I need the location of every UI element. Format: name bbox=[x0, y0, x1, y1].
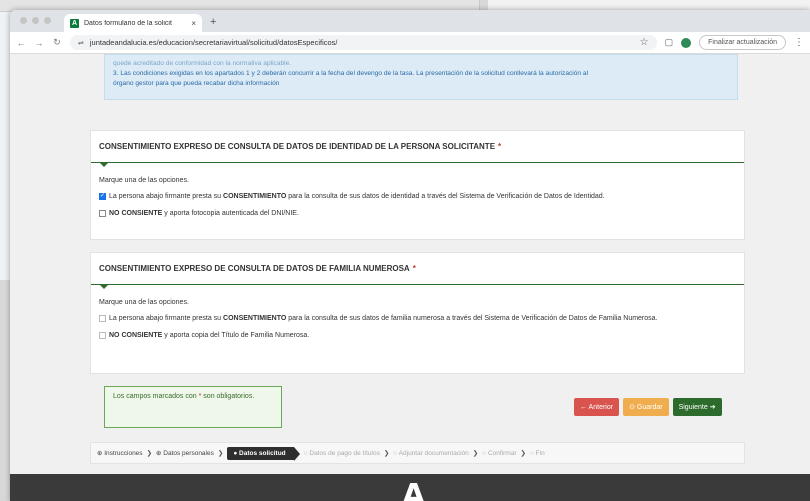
step-payment: ○ Datos de pago de títulos bbox=[303, 449, 380, 457]
family-panel-header: CONSENTIMIENTO EXPRESO DE CONSULTA DE DA… bbox=[91, 253, 744, 289]
identity-deny-checkbox[interactable] bbox=[99, 210, 106, 217]
tab-close-icon[interactable]: × bbox=[191, 19, 196, 28]
browser-tab[interactable]: A Datos formulario de la solicit × bbox=[64, 14, 202, 32]
info-line-cut: quede acreditado de conformidad con la n… bbox=[113, 60, 292, 67]
progress-steps: ⊕ Instrucciones ❯ ⊕ Datos personales ❯ ●… bbox=[90, 442, 745, 464]
required-mark: * bbox=[498, 142, 502, 151]
family-hint: Marque una de las opciones. bbox=[99, 299, 189, 306]
site-favicon-icon: A bbox=[70, 18, 79, 28]
junta-logo: A bbox=[402, 478, 426, 501]
next-button[interactable]: Siguiente ➔ bbox=[672, 398, 722, 416]
page-content: quede acreditado de conformidad con la n… bbox=[10, 54, 810, 501]
family-consent-label: La persona abajo firmante presta su CONS… bbox=[109, 315, 658, 322]
family-consent-option[interactable]: La persona abajo firmante presta su CONS… bbox=[99, 314, 736, 323]
identity-consent-checkbox[interactable]: ✓ bbox=[99, 193, 106, 200]
step-separator-icon: ❯ bbox=[217, 450, 224, 457]
identity-consent-label: La persona abajo firmante presta su CONS… bbox=[109, 193, 605, 200]
identity-consent-panel: CONSENTIMIENTO EXPRESO DE CONSULTA DE DA… bbox=[90, 130, 745, 240]
family-consent-panel: CONSENTIMIENTO EXPRESO DE CONSULTA DE DA… bbox=[90, 252, 745, 374]
site-footer: A bbox=[10, 474, 810, 501]
tab-title: Datos formulario de la solicit bbox=[84, 19, 172, 27]
identity-consent-option[interactable]: ✓ La persona abajo firmante presta su CO… bbox=[99, 192, 736, 201]
back-icon[interactable]: ← bbox=[16, 38, 26, 48]
required-fields-note: Los campos marcados con * son obligatori… bbox=[104, 386, 282, 428]
url-text[interactable]: juntadeandalucia.es/educacion/secretaria… bbox=[90, 38, 634, 47]
family-panel-title: CONSENTIMIENTO EXPRESO DE CONSULTA DE DA… bbox=[99, 264, 410, 273]
step-request-data: ● Datos solicitud bbox=[227, 446, 301, 461]
window-controls bbox=[20, 17, 51, 24]
new-tab-button[interactable]: + bbox=[210, 16, 216, 28]
info-box: quede acreditado de conformidad con la n… bbox=[104, 54, 738, 100]
step-attach: ○ Adjuntar documentación bbox=[393, 449, 469, 457]
browser-toolbar: ← → ↻ ⇌ juntadeandalucia.es/educacion/se… bbox=[10, 32, 810, 54]
step-separator-icon: ❯ bbox=[472, 450, 479, 457]
identity-hint: Marque una de las opciones. bbox=[99, 177, 189, 184]
identity-panel-header: CONSENTIMIENTO EXPRESO DE CONSULTA DE DA… bbox=[91, 131, 744, 167]
address-bar[interactable]: ⇌ juntadeandalucia.es/educacion/secretar… bbox=[70, 35, 657, 50]
step-separator-icon: ❯ bbox=[520, 450, 526, 457]
reload-icon[interactable]: ↻ bbox=[52, 37, 62, 48]
site-settings-icon[interactable]: ⇌ bbox=[78, 39, 84, 47]
info-line-3: 3. Las condiciones exigidas en los apart… bbox=[113, 70, 589, 77]
step-separator-icon: ❯ bbox=[383, 450, 390, 457]
step-instructions[interactable]: ⊕ Instrucciones bbox=[97, 449, 143, 457]
family-consent-checkbox[interactable] bbox=[99, 315, 106, 322]
close-window-button[interactable] bbox=[20, 17, 27, 24]
family-deny-option[interactable]: NO CONSIENTE y aporta copia del Título d… bbox=[99, 331, 736, 340]
required-mark: * bbox=[412, 264, 416, 273]
browser-window: A Datos formulario de la solicit × + ← →… bbox=[10, 10, 810, 501]
save-button[interactable]: ⊙ Guardar bbox=[623, 398, 669, 416]
zoom-window-button[interactable] bbox=[44, 17, 51, 24]
profile-avatar[interactable] bbox=[681, 37, 692, 48]
step-separator-icon: ❯ bbox=[146, 450, 153, 457]
previous-button[interactable]: ← Anterior bbox=[574, 398, 620, 416]
update-button[interactable]: Finalizar actualización bbox=[699, 35, 786, 50]
identity-panel-title: CONSENTIMIENTO EXPRESO DE CONSULTA DE DA… bbox=[99, 142, 496, 151]
identity-deny-option[interactable]: NO CONSIENTE y aporta fotocopia autentic… bbox=[99, 209, 736, 218]
family-deny-label: NO CONSIENTE y aporta copia del Título d… bbox=[109, 332, 310, 339]
header-notch bbox=[99, 284, 109, 289]
family-deny-checkbox[interactable] bbox=[99, 332, 106, 339]
menu-icon[interactable]: ⋮ bbox=[794, 37, 804, 48]
step-end: ○ Fin bbox=[529, 449, 545, 457]
tab-strip: A Datos formulario de la solicit × + bbox=[10, 10, 810, 32]
step-personal-data[interactable]: ⊕ Datos personales bbox=[156, 449, 214, 457]
minimize-window-button[interactable] bbox=[32, 17, 39, 24]
forward-icon[interactable]: → bbox=[34, 38, 44, 48]
info-line-4: órgano gestor para que pueda recabar dic… bbox=[113, 80, 280, 87]
extensions-icon[interactable]: ▢ bbox=[665, 37, 674, 48]
bookmark-star-icon[interactable]: ☆ bbox=[640, 37, 649, 48]
step-confirm: ○ Confirmar bbox=[482, 449, 517, 457]
header-notch bbox=[99, 162, 109, 167]
identity-deny-label: NO CONSIENTE y aporta fotocopia autentic… bbox=[109, 210, 299, 217]
form-actions: ← Anterior ⊙ Guardar Siguiente ➔ bbox=[574, 398, 722, 416]
